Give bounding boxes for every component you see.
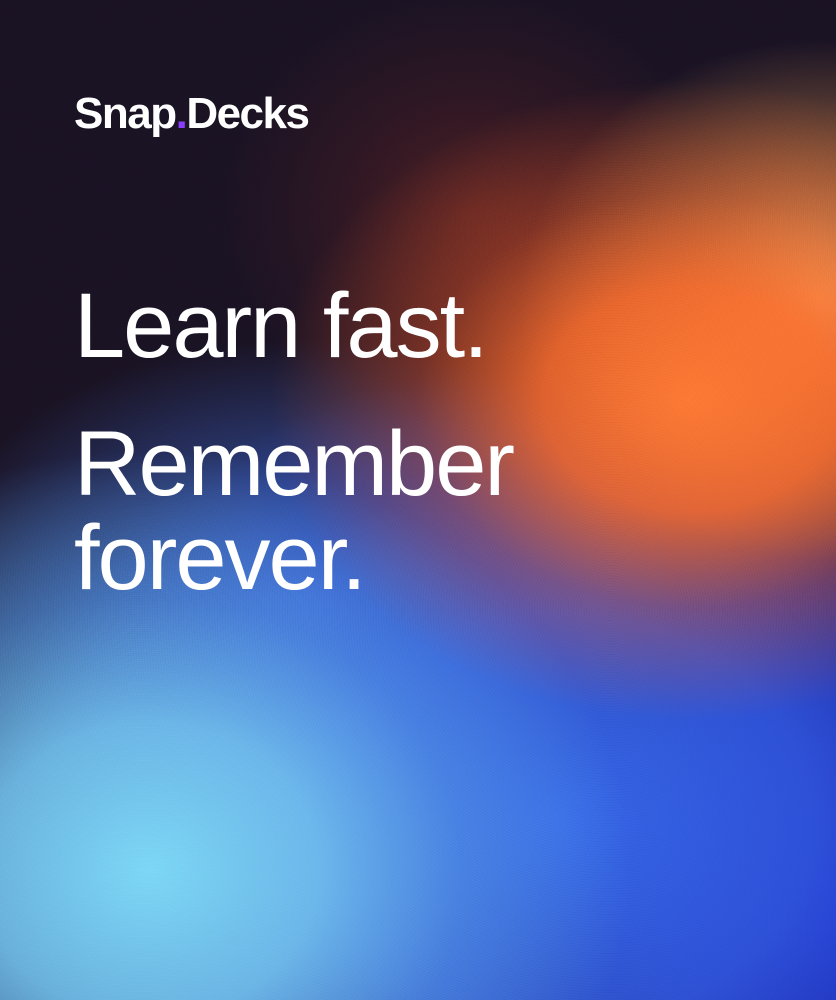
- headline-line-1: Learn fast.: [74, 275, 489, 377]
- headline-line-2: Remember: [74, 413, 515, 515]
- brand-logo-dot: .: [175, 89, 188, 138]
- ad-poster: Snap.Decks Learn fast. Remember forever.: [0, 0, 836, 1000]
- headline: Learn fast. Remember forever.: [74, 275, 515, 609]
- brand-name-part2: Decks: [186, 89, 310, 138]
- brand-logo: Snap.Decks: [74, 89, 310, 138]
- headline-line-3: forever.: [74, 507, 367, 609]
- brand-name-part1: Snap: [74, 89, 177, 138]
